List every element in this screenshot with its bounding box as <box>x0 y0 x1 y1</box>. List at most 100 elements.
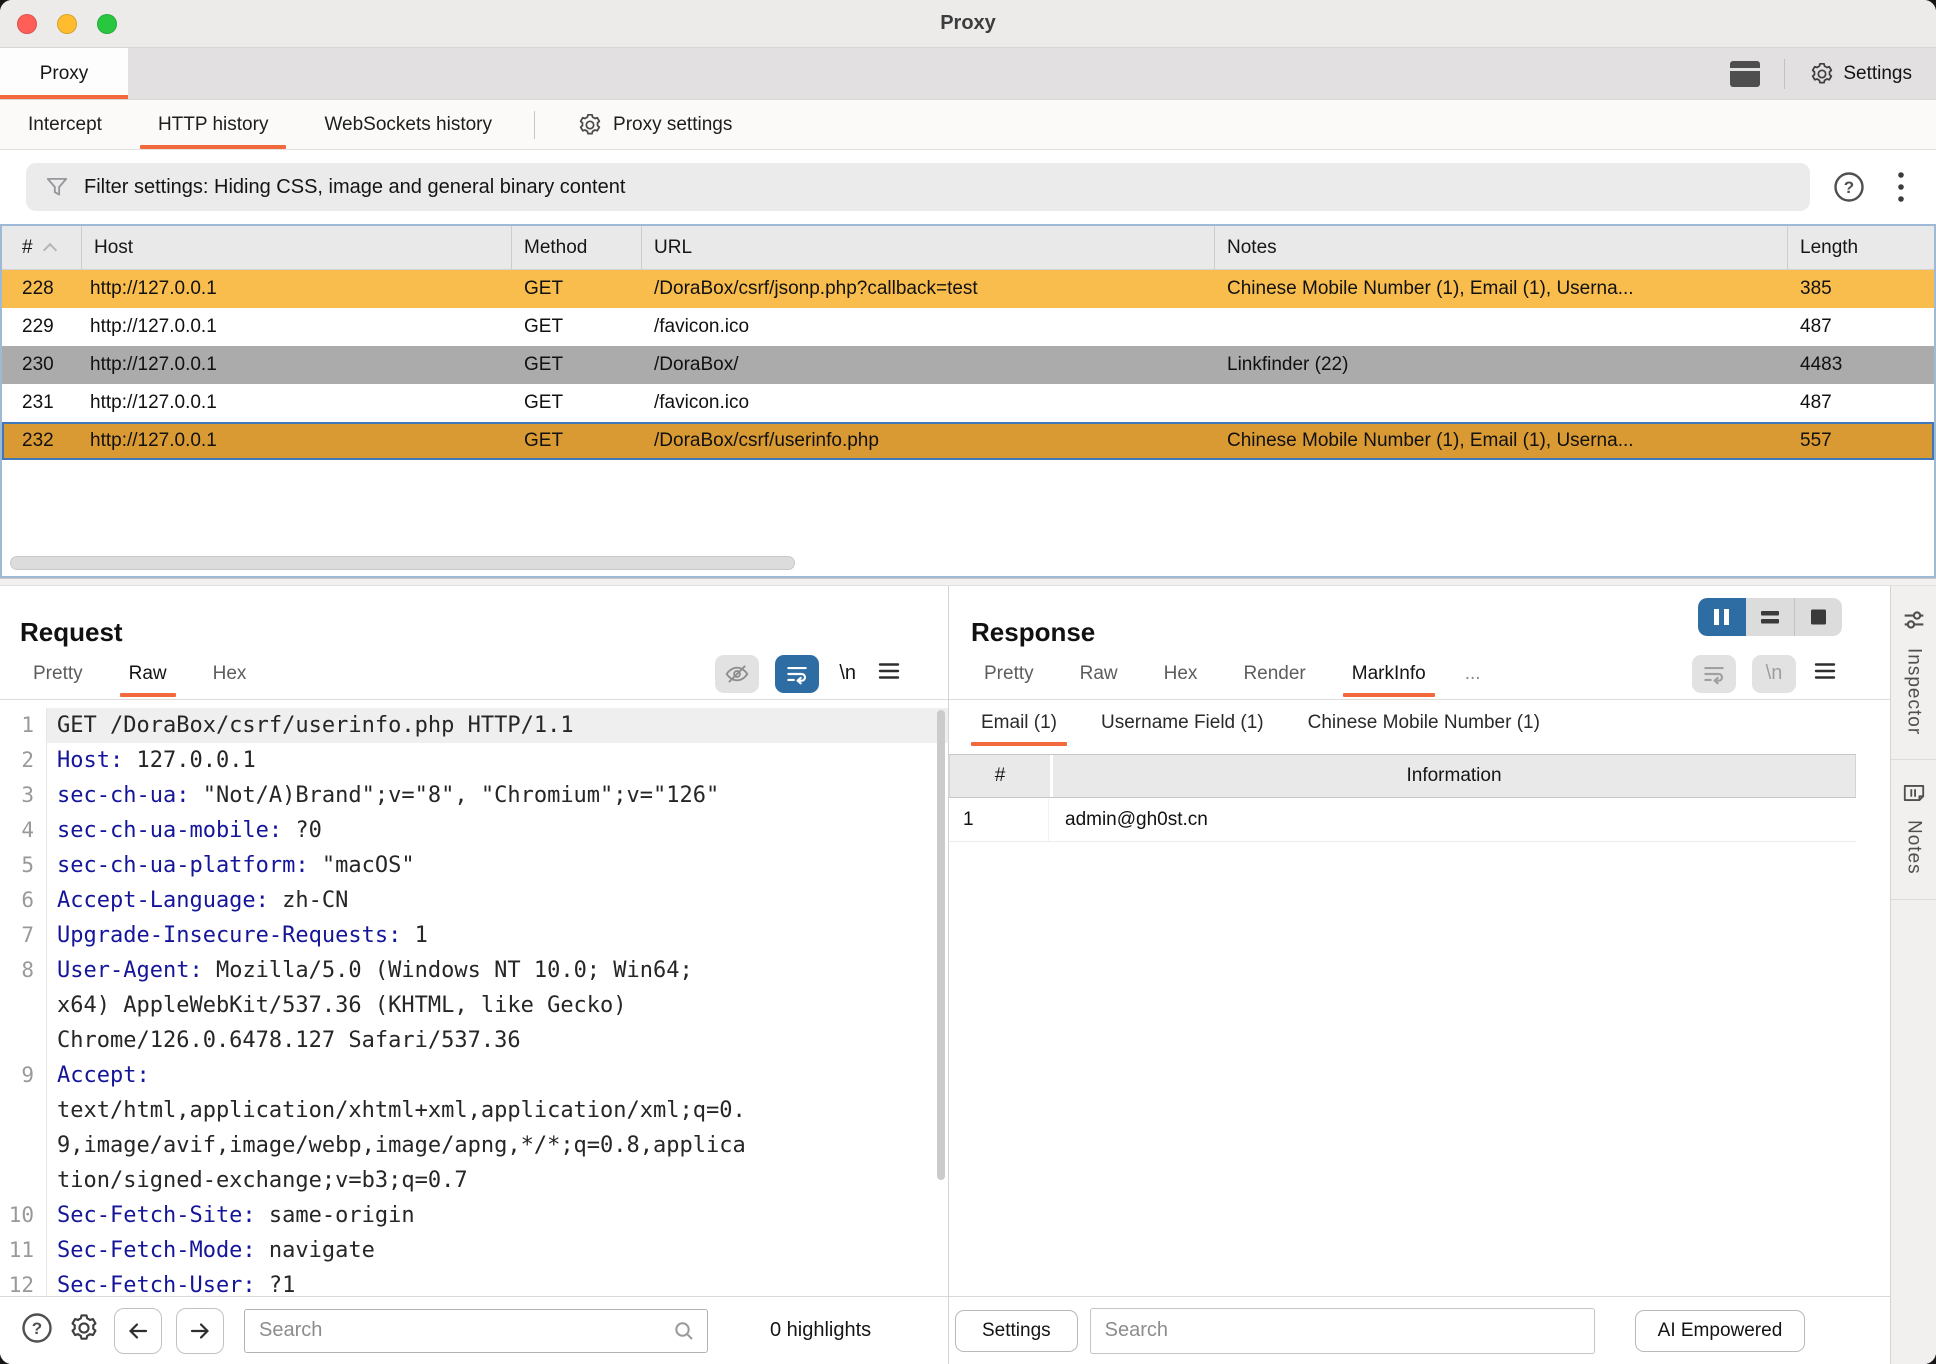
code-line: 3sec-ch-ua: "Not/A)Brand";v="8", "Chromi… <box>0 778 948 813</box>
request-search-box <box>244 1309 708 1353</box>
code-line: 8User-Agent: Mozilla/5.0 (Windows NT 10.… <box>0 953 948 988</box>
code-line: 9Accept: <box>0 1058 948 1093</box>
code-line: tion/signed-exchange;v=b3;q=0.7 <box>0 1163 948 1198</box>
table-row[interactable]: 229 http://127.0.0.1 GET /favicon.ico 48… <box>2 308 1934 346</box>
layout-icon[interactable] <box>1730 61 1760 87</box>
ai-empowered-button[interactable]: AI Empowered <box>1635 1310 1806 1352</box>
tab-response-raw[interactable]: Raw <box>1057 648 1141 699</box>
tab-username-field[interactable]: Username Field (1) <box>1079 700 1286 746</box>
pause-button[interactable] <box>1698 598 1746 636</box>
word-wrap-button[interactable] <box>775 655 819 693</box>
search-settings-gear-icon[interactable] <box>68 1312 100 1349</box>
markinfo-settings-button[interactable]: Settings <box>955 1310 1078 1352</box>
request-editor[interactable]: 1GET /DoraBox/csrf/userinfo.php HTTP/1.1… <box>0 700 948 1296</box>
tab-notes[interactable]: Notes <box>1891 760 1936 900</box>
scrollbar-thumb[interactable] <box>937 710 945 1180</box>
request-search-toolbar: ? 0 highlights <box>0 1296 948 1364</box>
filter-row: Filter settings: Hiding CSS, image and g… <box>0 150 1936 224</box>
main-tab-bar: Proxy Settings <box>0 48 1936 100</box>
settings-button[interactable]: Settings <box>1809 61 1912 87</box>
tab-response-more[interactable]: ... <box>1449 648 1497 699</box>
tab-email[interactable]: Email (1) <box>959 700 1079 746</box>
arrow-left-icon <box>125 1319 151 1343</box>
hamburger-icon <box>876 659 902 683</box>
filter-settings-text: Filter settings: Hiding CSS, image and g… <box>84 176 625 199</box>
kebab-menu-icon[interactable] <box>1896 169 1906 205</box>
word-wrap-icon <box>784 661 810 687</box>
response-view-tabs: Pretty Raw Hex Render MarkInfo ... \n <box>949 648 1890 700</box>
tab-response-pretty[interactable]: Pretty <box>961 648 1057 699</box>
code-line: x64) AppleWebKit/537.36 (KHTML, like Gec… <box>0 988 948 1023</box>
panel-splitter[interactable] <box>0 578 1936 586</box>
horizontal-scrollbar <box>2 554 1934 574</box>
tab-proxy[interactable]: Proxy <box>0 48 128 99</box>
arrow-right-icon <box>187 1319 213 1343</box>
search-input[interactable] <box>244 1309 708 1353</box>
divider <box>1784 59 1785 89</box>
help-icon[interactable]: ? <box>20 1311 54 1350</box>
proxy-sub-tab-bar: Intercept HTTP history WebSockets histor… <box>0 100 1936 150</box>
stop-button[interactable] <box>1794 598 1842 636</box>
request-panel: Request Pretty Raw Hex \n <box>0 586 948 1364</box>
response-title: Response <box>971 617 1095 648</box>
word-wrap-icon <box>1701 661 1727 687</box>
tab-response-markinfo[interactable]: MarkInfo <box>1329 648 1449 699</box>
history-table-header: # Host Method URL Notes Length <box>2 226 1934 270</box>
two-bars-icon <box>1759 607 1781 627</box>
filter-settings-bar[interactable]: Filter settings: Hiding CSS, image and g… <box>26 163 1810 211</box>
column-header-information[interactable]: Information <box>1053 755 1855 797</box>
code-line: Chrome/126.0.6478.127 Safari/537.36 <box>0 1023 948 1058</box>
editor-menu-button[interactable] <box>876 659 902 688</box>
table-row[interactable]: 230 http://127.0.0.1 GET /DoraBox/ Linkf… <box>2 346 1934 384</box>
column-header-length[interactable]: Length <box>1788 226 1934 269</box>
column-header-host[interactable]: Host <box>82 226 512 269</box>
table-row[interactable]: 1 admin@gh0st.cn <box>949 798 1856 842</box>
table-row[interactable]: 228 http://127.0.0.1 GET /DoraBox/csrf/j… <box>2 270 1934 308</box>
code-line: 12Sec-Fetch-User: ?1 <box>0 1268 948 1296</box>
hide-highlights-button[interactable] <box>715 655 759 693</box>
scrollbar-thumb[interactable] <box>10 556 795 570</box>
column-header-num[interactable]: # <box>950 755 1050 797</box>
column-header-notes[interactable]: Notes <box>1215 226 1788 269</box>
table-empty-area <box>2 460 1934 554</box>
gear-icon <box>1809 61 1835 87</box>
show-newlines-button[interactable]: \n <box>835 662 860 685</box>
tab-websockets-history[interactable]: WebSockets history <box>296 100 520 149</box>
markinfo-category-tabs: Email (1) Username Field (1) Chinese Mob… <box>949 700 1890 746</box>
code-line: 9,image/avif,image/webp,image/apng,*/*;q… <box>0 1128 948 1163</box>
show-newlines-button[interactable]: \n <box>1752 655 1796 693</box>
next-match-button[interactable] <box>176 1308 224 1354</box>
tab-request-raw[interactable]: Raw <box>106 648 190 699</box>
table-row[interactable]: 231 http://127.0.0.1 GET /favicon.ico 48… <box>2 384 1934 422</box>
search-input[interactable] <box>1090 1308 1595 1354</box>
titlebar: Proxy <box>0 0 1936 48</box>
help-icon[interactable]: ? <box>1832 170 1866 204</box>
tab-request-hex[interactable]: Hex <box>190 648 270 699</box>
sidebar-filler <box>1891 900 1936 1364</box>
response-panel: Response Pretty Raw Hex Render MarkInfo … <box>949 586 1890 1364</box>
table-row-selected[interactable]: 232 http://127.0.0.1 GET /DoraBox/csrf/u… <box>2 422 1934 460</box>
tab-response-render[interactable]: Render <box>1220 648 1328 699</box>
column-header-num[interactable]: # <box>2 226 82 269</box>
tab-chinese-mobile-number[interactable]: Chinese Mobile Number (1) <box>1286 700 1562 746</box>
tab-intercept[interactable]: Intercept <box>0 100 130 149</box>
column-header-method[interactable]: Method <box>512 226 642 269</box>
tab-response-hex[interactable]: Hex <box>1141 648 1221 699</box>
eye-off-icon <box>724 661 750 687</box>
intercept-state-control <box>1698 598 1842 636</box>
word-wrap-button[interactable] <box>1692 655 1736 693</box>
editor-menu-button[interactable] <box>1812 659 1838 688</box>
hamburger-icon <box>1812 659 1838 683</box>
split-view-button[interactable] <box>1746 598 1794 636</box>
tab-proxy-settings[interactable]: Proxy settings <box>549 100 760 149</box>
pause-icon <box>1711 607 1733 627</box>
svg-text:?: ? <box>1844 178 1854 197</box>
tab-request-pretty[interactable]: Pretty <box>10 648 106 699</box>
column-header-url[interactable]: URL <box>642 226 1215 269</box>
tab-inspector[interactable]: Inspector <box>1891 586 1936 760</box>
highlights-count: 0 highlights <box>770 1319 871 1342</box>
markinfo-table: # Information 1 admin@gh0st.cn <box>949 746 1890 1296</box>
tab-http-history[interactable]: HTTP history <box>130 100 297 149</box>
previous-match-button[interactable] <box>114 1308 162 1354</box>
window-title: Proxy <box>0 12 1936 35</box>
